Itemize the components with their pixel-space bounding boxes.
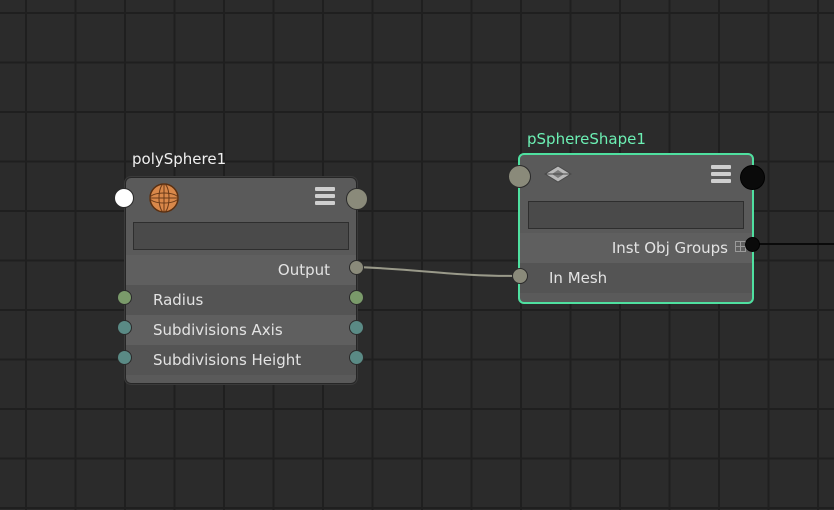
in-mesh-input-port[interactable] — [512, 268, 528, 284]
attr-row-inst-obj-groups[interactable]: Inst Obj Groups — [520, 233, 752, 263]
node-editor-graph[interactable]: polySphere1 Output Radius Subdivisions A… — [0, 0, 834, 510]
attr-label-subdivisions-axis: Subdivisions Axis — [153, 321, 283, 339]
attr-label-radius: Radius — [153, 291, 204, 309]
attr-label-inst-obj-groups: Inst Obj Groups — [611, 239, 728, 257]
attr-row-subdivisions-axis[interactable]: Subdivisions Axis — [126, 315, 356, 345]
node-name-field[interactable] — [528, 201, 744, 229]
diamond-mesh-icon — [544, 165, 572, 183]
connection-wire[interactable] — [356, 266, 522, 277]
radius-output-port[interactable] — [349, 290, 364, 305]
subdivisions-axis-input-port[interactable] — [117, 320, 132, 335]
subdivisions-axis-output-port[interactable] — [349, 320, 364, 335]
attr-row-radius[interactable]: Radius — [126, 285, 356, 315]
node-input-port[interactable] — [508, 165, 531, 188]
attr-row-in-mesh[interactable]: In Mesh — [520, 263, 752, 293]
node-title-polysphere[interactable]: polySphere1 — [132, 150, 226, 168]
sphere-icon — [149, 183, 179, 213]
attr-label-in-mesh: In Mesh — [549, 269, 608, 287]
radius-input-port[interactable] — [117, 290, 132, 305]
attr-label-output: Output — [277, 261, 330, 279]
node-input-port[interactable] — [114, 188, 134, 208]
attr-label-subdivisions-height: Subdivisions Height — [153, 351, 302, 369]
subdivisions-height-input-port[interactable] — [117, 350, 132, 365]
attribute-menu-icon[interactable] — [711, 165, 731, 183]
node-title-psphereshape[interactable]: pSphereShape1 — [527, 130, 646, 148]
node-output-port[interactable] — [740, 165, 765, 190]
output-port[interactable] — [349, 260, 364, 275]
attribute-menu-icon[interactable] — [315, 187, 335, 205]
attr-row-output[interactable]: Output — [126, 255, 356, 285]
node-output-port[interactable] — [346, 188, 368, 210]
subdivisions-height-output-port[interactable] — [349, 350, 364, 365]
inst-obj-groups-output-port[interactable] — [745, 237, 760, 252]
attr-row-subdivisions-height[interactable]: Subdivisions Height — [126, 345, 356, 375]
node-name-field[interactable] — [133, 222, 349, 250]
